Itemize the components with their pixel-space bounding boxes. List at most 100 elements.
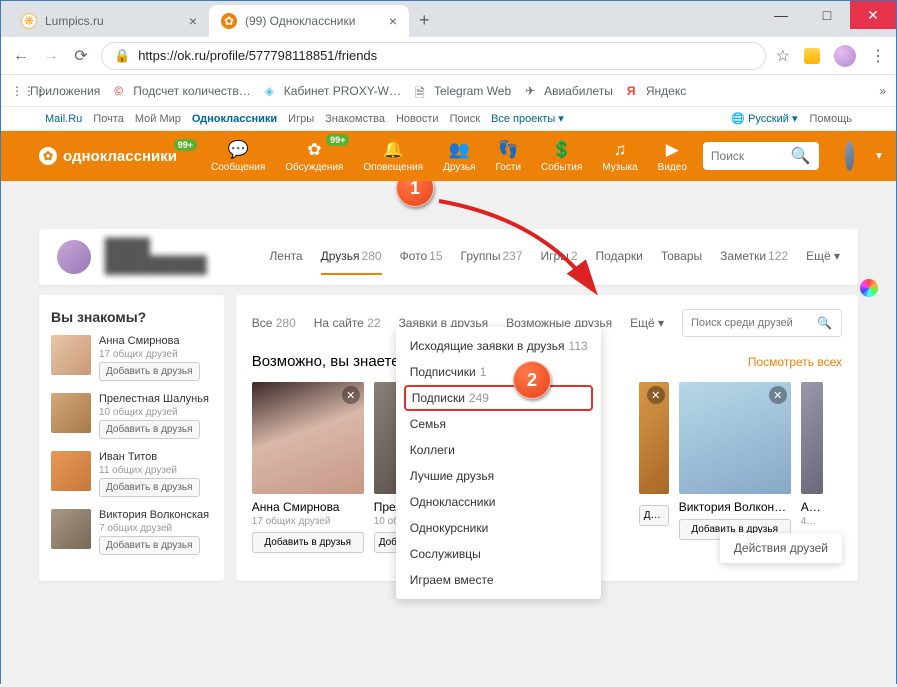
tab-goods[interactable]: Товары [661, 239, 702, 275]
friend-actions-popup[interactable]: Действия друзей [720, 533, 842, 563]
nav-video[interactable]: ▶Видео [658, 140, 687, 173]
tab-feed[interactable]: Лента [269, 239, 302, 275]
dropdown-item-gaming[interactable]: Играем вместе [396, 567, 601, 593]
friend-card[interactable]: А…4… [801, 382, 823, 553]
site-search-input[interactable] [711, 149, 791, 163]
suggestion-item[interactable]: Анна Смирнова17 общих друзейДобавить в д… [51, 335, 212, 381]
bookmark-item[interactable]: 🗎Telegram Web [415, 84, 511, 98]
url-input[interactable]: 🔒 https://ok.ru/profile/577798118851/fri… [101, 42, 766, 70]
portal-link[interactable]: Mail.Ru [45, 113, 82, 125]
help-link[interactable]: Помощь [810, 113, 853, 125]
bookmarks-overflow-icon[interactable]: » [879, 84, 886, 98]
friend-card[interactable]: ✕Виктория ВолконскаяДобавить в друзья [679, 382, 791, 553]
nav-reload-icon[interactable]: ⟳ [71, 46, 91, 66]
user-thumb [51, 393, 91, 433]
friends-icon: 👥 [449, 140, 470, 160]
search-icon[interactable]: 🔍 [791, 146, 811, 166]
nav-friends[interactable]: 👥Друзья [443, 140, 475, 173]
chevron-down-icon[interactable]: ▼ [874, 151, 884, 162]
add-friend-button[interactable]: Добавить в друзья [99, 362, 200, 381]
dropdown-item-coursemates[interactable]: Однокурсники [396, 515, 601, 541]
nav-forward-icon[interactable]: → [41, 47, 61, 65]
ok-logo[interactable]: ✿ одноклассники 99+ [39, 147, 177, 165]
assistant-orb-icon[interactable] [860, 279, 878, 297]
add-friend-button[interactable]: Добавить в друзья [99, 536, 200, 555]
portal-link[interactable]: Почта [93, 113, 124, 125]
profile-picture[interactable] [57, 240, 91, 274]
tab-close-icon[interactable]: × [389, 13, 397, 29]
user-thumb [51, 451, 91, 491]
tab-more[interactable]: Ещё ▾ [806, 239, 840, 275]
nav-back-icon[interactable]: ← [11, 47, 31, 65]
profile-avatar-icon[interactable] [834, 45, 856, 67]
user-thumb [51, 335, 91, 375]
friend-search-input[interactable] [691, 317, 811, 329]
tab-notes[interactable]: Заметки122 [720, 239, 788, 275]
dropdown-item-colleagues[interactable]: Коллеги [396, 437, 601, 463]
nav-notifications[interactable]: 🔔Оповещения [363, 140, 423, 173]
tab-close-icon[interactable]: × [189, 13, 197, 29]
filter-all[interactable]: Все 280 [252, 316, 296, 330]
new-tab-button[interactable]: + [409, 4, 440, 37]
nav-messages[interactable]: 💬Сообщения [211, 140, 265, 173]
portal-link[interactable]: Поиск [450, 113, 480, 125]
dropdown-item-subscriptions[interactable]: Подписки249 [404, 385, 593, 411]
nav-events[interactable]: 💲События [541, 140, 582, 173]
nav-guests[interactable]: 👣Гости [496, 140, 521, 173]
window-maximize[interactable]: □ [804, 1, 850, 29]
menu-dots-icon[interactable]: ⋮ [870, 46, 886, 66]
dismiss-icon[interactable]: ✕ [769, 386, 787, 404]
bookmark-item[interactable]: ◈Кабинет PROXY-W… [265, 84, 401, 98]
site-search[interactable]: 🔍 [703, 142, 819, 170]
suggestion-item[interactable]: Виктория Волконская7 общих друзейДобавит… [51, 509, 212, 555]
add-friend-button[interactable]: Добавить в друзья [99, 420, 200, 439]
bookmark-item[interactable]: ✈Авиабилеты [525, 84, 613, 98]
bookmark-star-icon[interactable]: ☆ [776, 46, 790, 66]
dismiss-icon[interactable]: ✕ [647, 386, 665, 404]
window-minimize[interactable]: — [758, 1, 804, 29]
friend-search[interactable]: 🔍 [682, 309, 842, 337]
portal-link-active[interactable]: Одноклассники [192, 113, 277, 125]
favicon-ok: ✿ [221, 13, 237, 29]
apps-button[interactable]: ⋮⋮⋮Приложения [11, 84, 100, 98]
suggestion-item[interactable]: Иван Титов11 общих друзейДобавить в друз… [51, 451, 212, 497]
extension-icon[interactable] [804, 48, 820, 64]
user-avatar[interactable] [845, 141, 854, 171]
add-friend-button[interactable]: Добавить в друзья [99, 478, 200, 497]
tab-friends[interactable]: Друзья280 [321, 239, 382, 275]
suggestion-item[interactable]: Прелестная Шалунья10 общих друзейДобавит… [51, 393, 212, 439]
nav-music[interactable]: ♫Музыка [602, 140, 637, 173]
browser-tab[interactable]: ❋ Lumpics.ru × [9, 5, 209, 37]
friend-card[interactable]: ✕ Добавить в друзья [639, 382, 669, 553]
lang-selector[interactable]: 🌐 Русский ▾ [731, 112, 797, 125]
mutual-count: 11 общих друзей [99, 465, 200, 476]
dropdown-item-army[interactable]: Сослуживцы [396, 541, 601, 567]
nav-discussions[interactable]: ✿99+Обсуждения [285, 140, 343, 173]
card-photo [801, 382, 823, 494]
dropdown-item-family[interactable]: Семья [396, 411, 601, 437]
window-close[interactable]: ✕ [850, 1, 896, 29]
see-all-link[interactable]: Посмотреть всех [748, 355, 842, 369]
bookmark-item[interactable]: ЯЯндекс [627, 84, 686, 98]
filter-more[interactable]: Ещё ▾ [630, 316, 664, 330]
dropdown-item-outgoing[interactable]: Исходящие заявки в друзья113 [396, 333, 601, 359]
bookmark-item[interactable]: ©Подсчет количеств… [114, 84, 251, 98]
portal-link[interactable]: Все проекты ▾ [491, 112, 564, 125]
portal-link[interactable]: Новости [396, 113, 439, 125]
video-icon: ▶ [666, 140, 679, 160]
browser-tab-active[interactable]: ✿ (99) Одноклассники × [209, 5, 409, 37]
music-icon: ♫ [614, 140, 627, 160]
dropdown-item-classmates[interactable]: Одноклассники [396, 489, 601, 515]
portal-link[interactable]: Игры [288, 113, 314, 125]
friend-card[interactable]: ✕Анна Смирнова17 общих друзейДобавить в … [252, 382, 364, 553]
filter-online[interactable]: На сайте 22 [314, 316, 381, 330]
dismiss-icon[interactable]: ✕ [342, 386, 360, 404]
portal-link[interactable]: Мой Мир [135, 113, 181, 125]
favicon-lumpics: ❋ [21, 13, 37, 29]
notification-badge: 99+ [174, 139, 197, 151]
portal-link[interactable]: Знакомства [325, 113, 385, 125]
add-friend-button[interactable]: Добавить в друзья [639, 505, 669, 526]
add-friend-button[interactable]: Добавить в друзья [252, 532, 364, 553]
dropdown-item-followers[interactable]: Подписчики1 [396, 359, 601, 385]
dropdown-item-bestfriends[interactable]: Лучшие друзья [396, 463, 601, 489]
